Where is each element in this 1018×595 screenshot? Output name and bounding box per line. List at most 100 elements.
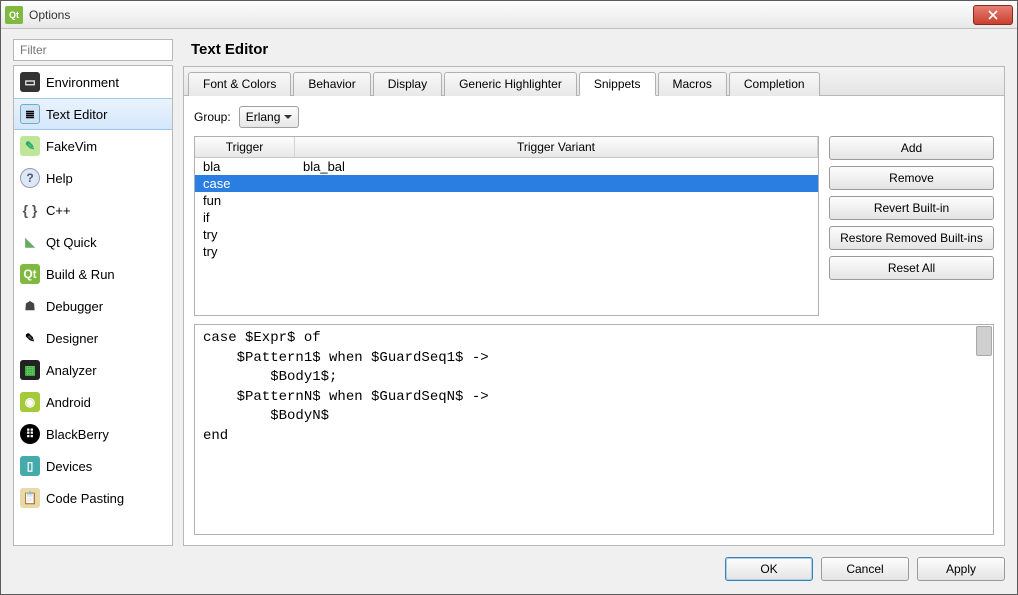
titlebar: Qt Options [1, 1, 1017, 29]
table-row[interactable]: case [195, 175, 818, 192]
sidebar-item-android[interactable]: ◉ Android [14, 386, 172, 418]
sidebar-item-environment[interactable]: ▭ Environment [14, 66, 172, 98]
table-row[interactable]: if [195, 209, 818, 226]
revert-builtin-button[interactable]: Revert Built-in [829, 196, 994, 220]
tab-behavior[interactable]: Behavior [293, 72, 370, 96]
table-row[interactable]: blabla_bal [195, 158, 818, 175]
sidebar-item-label: Build & Run [46, 267, 115, 282]
th-variant[interactable]: Trigger Variant [295, 137, 818, 157]
tab-snippets[interactable]: Snippets [579, 72, 656, 96]
page-title: Text Editor [183, 39, 1005, 66]
sidebar-item-label: Designer [46, 331, 98, 346]
analyze-icon: ▦ [20, 360, 40, 380]
reset-all-button[interactable]: Reset All [829, 256, 994, 280]
bb-icon: ⠿ [20, 424, 40, 444]
fakevim-icon: ✎ [20, 136, 40, 156]
table-row[interactable]: fun [195, 192, 818, 209]
category-list[interactable]: ▭ Environment ≣ Text Editor ✎ FakeVim? Help { }… [13, 65, 173, 546]
button-column: Add Remove Revert Built-in Restore Remov… [829, 136, 994, 316]
tab-macros[interactable]: Macros [658, 72, 727, 96]
cell-variant [295, 209, 818, 226]
text-icon: ≣ [20, 104, 40, 124]
sidebar: ▭ Environment ≣ Text Editor ✎ FakeVim? Help { }… [13, 39, 173, 546]
remove-button[interactable]: Remove [829, 166, 994, 190]
cell-trigger: bla [195, 158, 295, 175]
qtq-icon: ◣ [20, 232, 40, 252]
sidebar-item-label: Environment [46, 75, 119, 90]
sidebar-item-label: Code Pasting [46, 491, 124, 506]
table-header: Trigger Trigger Variant [195, 137, 818, 158]
close-button[interactable] [973, 5, 1013, 25]
group-label: Group: [194, 110, 231, 124]
cell-variant [295, 243, 818, 260]
cell-variant [295, 226, 818, 243]
apply-button[interactable]: Apply [917, 557, 1005, 581]
snippet-editor[interactable]: case $Expr$ of $Pattern1$ when $GuardSeq… [194, 324, 994, 535]
help-icon: ? [20, 168, 40, 188]
sidebar-item-devices[interactable]: ▯ Devices [14, 450, 172, 482]
sidebar-item-label: Android [46, 395, 91, 410]
snippet-text: case $Expr$ of $Pattern1$ when $GuardSeq… [203, 330, 489, 444]
sidebar-item-label: Help [46, 171, 73, 186]
close-icon [988, 10, 998, 20]
ok-button[interactable]: OK [725, 557, 813, 581]
add-button[interactable]: Add [829, 136, 994, 160]
tab-font-colors[interactable]: Font & Colors [188, 72, 291, 96]
sidebar-item-label: FakeVim [46, 139, 97, 154]
sidebar-item-build-run[interactable]: Qt Build & Run [14, 258, 172, 290]
sidebar-item-qt-quick[interactable]: ◣Qt Quick [14, 226, 172, 258]
tab-display[interactable]: Display [373, 72, 442, 96]
tabs: Font & ColorsBehaviorDisplayGeneric High… [184, 67, 1004, 96]
group-select[interactable]: Erlang [239, 106, 300, 128]
android-icon: ◉ [20, 392, 40, 412]
cell-trigger: try [195, 226, 295, 243]
design-icon: ✎ [20, 328, 40, 348]
tab-body: Group: Erlang Trigger Trigger Variant bl… [184, 96, 1004, 545]
restore-removed-button[interactable]: Restore Removed Built-ins [829, 226, 994, 250]
main-panel: Font & ColorsBehaviorDisplayGeneric High… [183, 66, 1005, 546]
tab-completion[interactable]: Completion [729, 72, 820, 96]
footer: OK Cancel Apply [1, 554, 1017, 594]
sidebar-item-label: BlackBerry [46, 427, 109, 442]
sidebar-item-code-pasting[interactable]: 📋 Code Pasting [14, 482, 172, 514]
sidebar-item-label: Text Editor [46, 107, 107, 122]
cell-trigger: fun [195, 192, 295, 209]
env-icon: ▭ [20, 72, 40, 92]
table-row[interactable]: try [195, 226, 818, 243]
sidebar-item-designer[interactable]: ✎ Designer [14, 322, 172, 354]
devices-icon: ▯ [20, 456, 40, 476]
options-window: Qt Options ▭ Environment ≣ Text Editor ✎ Fake… [0, 0, 1018, 595]
cancel-button[interactable]: Cancel [821, 557, 909, 581]
sidebar-item-blackberry[interactable]: ⠿ BlackBerry [14, 418, 172, 450]
table-row[interactable]: try [195, 243, 818, 260]
cell-trigger: try [195, 243, 295, 260]
table-body: blabla_balcasefuniftrytry [195, 158, 818, 315]
scrollbar-thumb[interactable] [976, 326, 992, 356]
sidebar-item-help[interactable]: ? Help [14, 162, 172, 194]
sidebar-item-label: Devices [46, 459, 92, 474]
sidebar-item-debugger[interactable]: ☗ Debugger [14, 290, 172, 322]
qt-app-icon: Qt [5, 6, 23, 24]
sidebar-item-analyzer[interactable]: ▦ Analyzer [14, 354, 172, 386]
debug-icon: ☗ [20, 296, 40, 316]
snippet-table[interactable]: Trigger Trigger Variant blabla_balcasefu… [194, 136, 819, 316]
sidebar-item-fakevim[interactable]: ✎ FakeVim [14, 130, 172, 162]
cell-variant: bla_bal [295, 158, 818, 175]
build-icon: Qt [20, 264, 40, 284]
main: Text Editor Font & ColorsBehaviorDisplay… [183, 39, 1005, 546]
tab-generic-highlighter[interactable]: Generic Highlighter [444, 72, 577, 96]
th-trigger[interactable]: Trigger [195, 137, 295, 157]
filter-input[interactable] [13, 39, 173, 61]
paste-icon: 📋 [20, 488, 40, 508]
group-row: Group: Erlang [194, 106, 994, 128]
cell-trigger: case [195, 175, 295, 192]
group-value: Erlang [246, 110, 281, 124]
cell-variant [295, 175, 818, 192]
sidebar-item-text-editor[interactable]: ≣ Text Editor [14, 98, 172, 130]
sidebar-item-c-[interactable]: { }C++ [14, 194, 172, 226]
window-title: Options [29, 8, 973, 22]
sidebar-item-label: Analyzer [46, 363, 97, 378]
mid-row: Trigger Trigger Variant blabla_balcasefu… [194, 136, 994, 316]
cpp-icon: { } [20, 200, 40, 220]
sidebar-item-label: Debugger [46, 299, 103, 314]
